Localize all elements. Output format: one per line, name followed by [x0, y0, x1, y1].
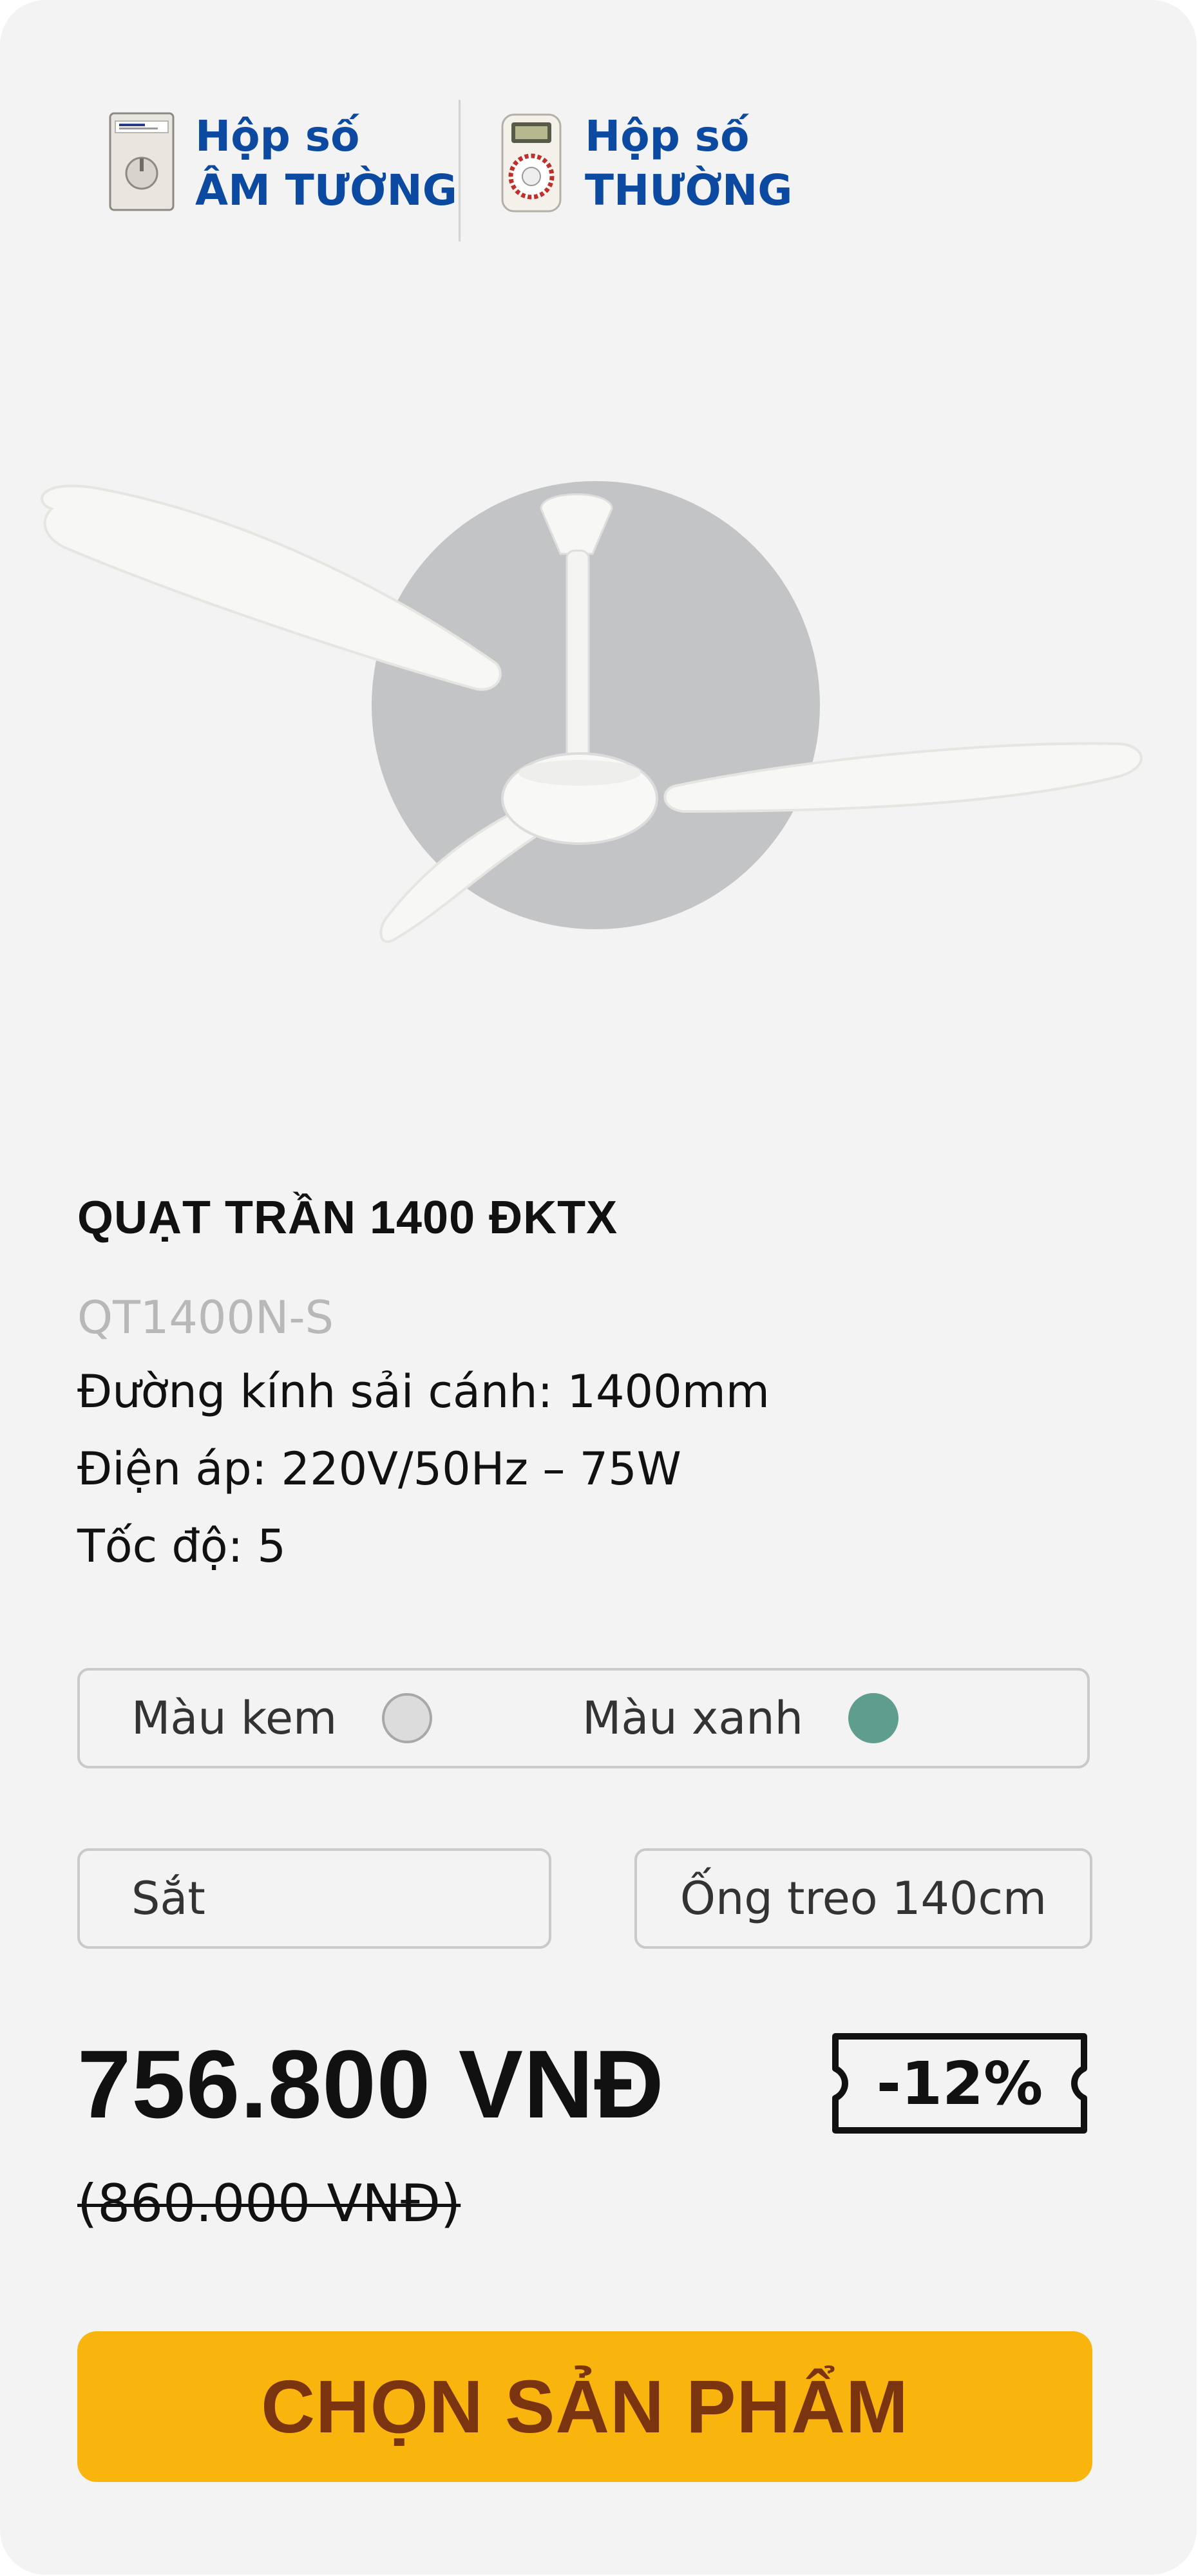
tab-regular-gearbox-line2: THƯỜNG [585, 166, 793, 215]
color-option-green[interactable]: Màu xanh [582, 1671, 898, 1766]
product-code: QT1400N-S [77, 1291, 334, 1344]
spec-voltage: Điện áp: 220V/50Hz – 75W [77, 1443, 681, 1495]
color-option-green-label: Màu xanh [582, 1692, 803, 1745]
product-title: QUẠT TRẦN 1400 ĐKTX [77, 1192, 618, 1244]
tab-regular-gearbox-line1: Hộp số [585, 111, 750, 161]
spec-diameter: Đường kính sải cánh: 1400mm [77, 1365, 770, 1418]
color-selector: Màu kem Màu xanh [77, 1668, 1090, 1768]
wall-gearbox-icon [109, 112, 175, 211]
tab-regular-gearbox[interactable]: Hộp số THƯỜNG [496, 109, 792, 218]
tab-wall-gearbox-line2: ÂM TƯỜNG [195, 166, 457, 215]
discount-label: -12% [876, 2049, 1043, 2118]
tab-wall-gearbox-line1: Hộp số [195, 111, 360, 161]
color-option-cream[interactable]: Màu kem [131, 1671, 433, 1766]
tab-divider [459, 100, 461, 242]
cream-swatch [382, 1693, 433, 1743]
material-option[interactable]: Sắt [77, 1848, 551, 1949]
current-price: 756.800 VNĐ [77, 2030, 665, 2138]
product-card: Hộp số ÂM TƯỜNG Hộp số THƯỜNG QUẠT TRẦN … [0, 0, 1197, 2575]
material-option-label: Sắt [131, 1872, 205, 1925]
green-swatch [848, 1693, 898, 1743]
tab-wall-gearbox[interactable]: Hộp số ÂM TƯỜNG [106, 109, 457, 218]
ceiling-fan-image [41, 481, 1143, 943]
select-product-button[interactable]: CHỌN SẢN PHẨM [77, 2331, 1092, 2482]
discount-badge: -12% [828, 2029, 1092, 2138]
spec-speed: Tốc độ: 5 [77, 1520, 286, 1573]
original-price: (860.000 VNĐ) [77, 2174, 461, 2233]
rod-option-label: Ống treo 140cm [680, 1872, 1047, 1925]
rod-option[interactable]: Ống treo 140cm [634, 1848, 1092, 1949]
regular-gearbox-icon [501, 113, 562, 213]
color-option-cream-label: Màu kem [131, 1692, 338, 1745]
